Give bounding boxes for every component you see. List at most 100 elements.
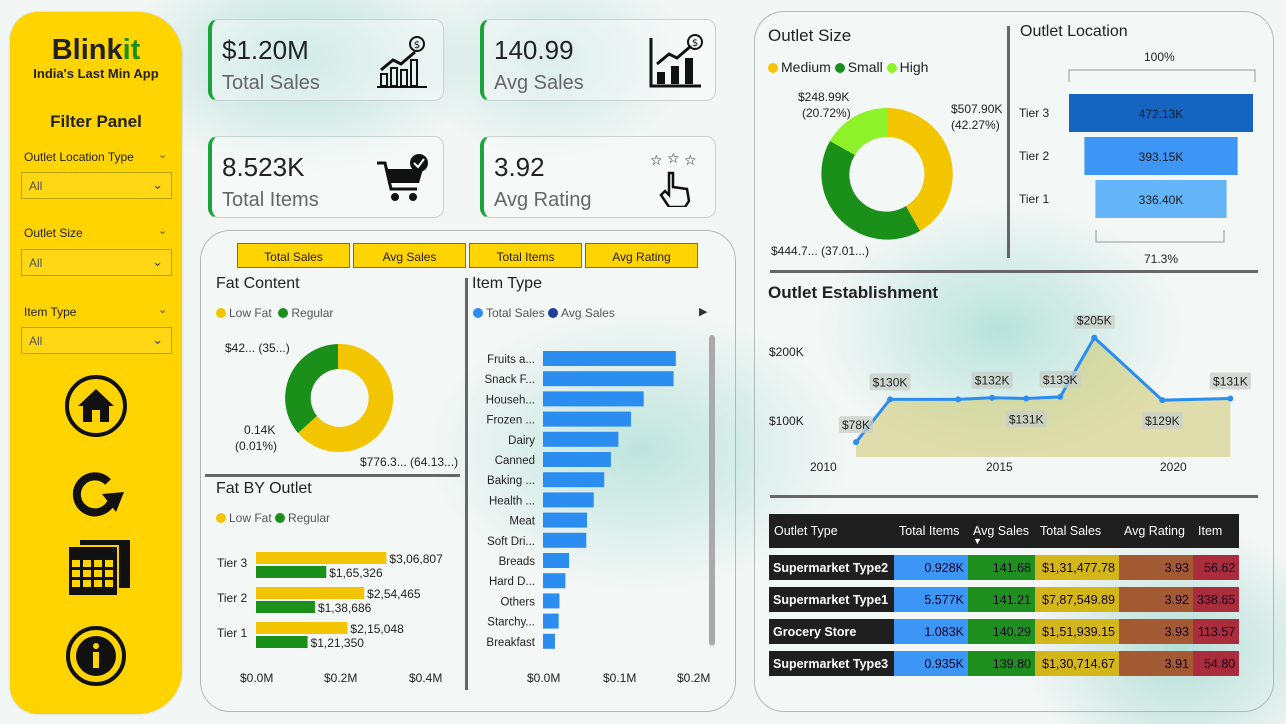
bar-low-fat[interactable] [256, 622, 348, 634]
bar-data-label: $2,15,048 [350, 622, 404, 636]
fat-by-outlet-title: Fat BY Outlet [216, 480, 312, 497]
category-label: Meat [509, 516, 535, 528]
bar-item-type[interactable] [543, 633, 555, 649]
bar-data-label: 336.40K [1139, 193, 1184, 207]
bar-low-fat[interactable] [256, 587, 365, 599]
table-row[interactable]: Grocery Store 1.083K 140.29 $1,51,939.15… [769, 619, 1240, 644]
data-point[interactable] [1091, 334, 1098, 341]
item-type-scrollbar[interactable] [709, 335, 715, 647]
bar-regular[interactable] [256, 601, 315, 613]
item-type-title: Item Type [472, 275, 542, 292]
data-point[interactable] [1023, 395, 1030, 402]
bar-item-type[interactable] [543, 371, 674, 387]
data-label: $132K [975, 374, 1010, 388]
category-label: Soft Dri... [487, 536, 535, 548]
filter-size-select[interactable]: All ⌄ [21, 249, 172, 276]
svg-text:$: $ [414, 40, 420, 51]
brand-tagline: India's Last Min App [33, 66, 159, 81]
col-avg-rating[interactable]: Avg Rating [1119, 514, 1193, 548]
cell-total: $1,51,939.15 [1035, 619, 1119, 644]
data-point[interactable] [1057, 393, 1064, 400]
col-avg-sales[interactable]: Avg Sales ▼ [968, 514, 1035, 548]
kpi-avg-rating: 3.92 Avg Rating ☆ ☆ ☆ [480, 136, 716, 218]
funnel-top-pct: 100% [1144, 50, 1175, 64]
outlet-size-donut [821, 108, 953, 240]
category-label: Baking ... [487, 475, 535, 487]
bar-data-label: $2,54,465 [367, 587, 421, 601]
donut-slice-small [821, 141, 920, 240]
chevron-down-icon[interactable]: ⌄ [158, 148, 167, 161]
refresh-icon[interactable] [64, 460, 128, 524]
bar-item-type[interactable] [543, 431, 619, 447]
bar-item-type[interactable] [543, 532, 587, 548]
svg-text:☆: ☆ [667, 151, 680, 167]
kpi-value: $1.20M [222, 35, 309, 65]
cell-items: 1.083K [894, 619, 968, 644]
info-icon[interactable] [64, 624, 128, 688]
play-axis-arrow-icon[interactable]: ▶ [699, 305, 707, 318]
data-point[interactable] [955, 396, 962, 403]
table-row[interactable]: Supermarket Type1 5.577K 141.21 $7,87,54… [769, 587, 1240, 612]
chevron-down-icon[interactable]: ⌄ [158, 303, 167, 316]
fat-label-lowfat: $776.3... (64.13...) [360, 455, 459, 469]
bar-item-type[interactable] [543, 472, 605, 488]
chevron-down-icon[interactable]: ⌄ [158, 224, 167, 237]
category-label: Fruits a... [487, 354, 535, 366]
bar-regular[interactable] [256, 566, 327, 578]
bar-item-type[interactable] [543, 573, 566, 589]
col-total-sales[interactable]: Total Sales [1035, 514, 1119, 548]
bar-data-label: 393.15K [1139, 150, 1184, 164]
cell-rating: 3.93 [1119, 555, 1193, 580]
col-item[interactable]: Item [1193, 514, 1240, 548]
bar-item-type[interactable] [543, 593, 560, 609]
funnel-bottom-pct: 71.3% [1144, 252, 1179, 266]
data-point[interactable] [1159, 397, 1166, 404]
calendar-icon[interactable] [64, 536, 132, 600]
fat-label-regular: $42... (35...) [225, 341, 290, 355]
fat-label-small-pct: (0.01%) [235, 439, 278, 453]
bar-item-type[interactable] [543, 512, 588, 528]
col-total-items[interactable]: Total Items [894, 514, 968, 548]
bar-item-type[interactable] [543, 351, 676, 366]
cell-items: 0.935K [894, 651, 968, 676]
bar-item-type[interactable] [543, 553, 570, 568]
filter-location-select[interactable]: All ⌄ [21, 172, 172, 199]
bar-regular[interactable] [256, 636, 308, 648]
bar-item-type[interactable] [543, 492, 594, 508]
chevron-down-icon: ⌄ [152, 332, 163, 347]
tab-total-sales[interactable]: Total Sales [237, 243, 350, 268]
fat-by-outlet-chart: Tier 3 $3,06,807$1,65,326Tier 2 $2,54,465$… [217, 552, 443, 650]
filter-sidebar: Blinkit India's Last Min App Filter Pane… [10, 12, 182, 714]
divider [770, 270, 1258, 273]
data-point[interactable] [853, 439, 859, 446]
data-label: $133K [1043, 373, 1078, 387]
tab-avg-sales[interactable]: Avg Sales [353, 243, 466, 268]
fat-label-small: 0.14K [244, 423, 276, 437]
filter-itemtype-select[interactable]: All ⌄ [21, 327, 172, 354]
data-label: $205K [1077, 315, 1112, 328]
table-row[interactable]: Supermarket Type3 0.935K 139.80 $1,30,71… [769, 651, 1240, 676]
tab-total-items[interactable]: Total Items [469, 243, 582, 268]
y-tick: $200K [769, 345, 804, 359]
axis-tick: $0.4M [409, 671, 443, 685]
data-point[interactable] [1227, 395, 1234, 402]
home-icon[interactable] [64, 374, 128, 438]
tab-avg-rating[interactable]: Avg Rating [585, 243, 698, 268]
bar-item-type[interactable] [543, 391, 644, 407]
kpi-total-sales: $1.20M Total Sales $ [208, 19, 444, 101]
category-label: Tier 1 [217, 626, 248, 640]
cell-type: Supermarket Type3 [769, 651, 894, 676]
bar-item-type[interactable] [543, 613, 559, 629]
bar-low-fat[interactable] [256, 552, 387, 564]
kpi-value: 140.99 [494, 35, 574, 65]
legend-dot [278, 308, 289, 318]
fat-content-legend: Low Fat Regular [216, 306, 333, 320]
sales-growth-icon: $ [377, 36, 427, 88]
bar-item-type[interactable] [543, 411, 632, 427]
filter-panel-title: Filter Panel [50, 112, 142, 131]
table-row[interactable]: Supermarket Type2 0.928K 141.68 $1,31,47… [769, 555, 1240, 580]
data-point[interactable] [989, 394, 996, 401]
bar-item-type[interactable] [543, 452, 611, 467]
col-outlet-type[interactable]: Outlet Type [769, 514, 894, 548]
data-point[interactable] [887, 396, 894, 403]
